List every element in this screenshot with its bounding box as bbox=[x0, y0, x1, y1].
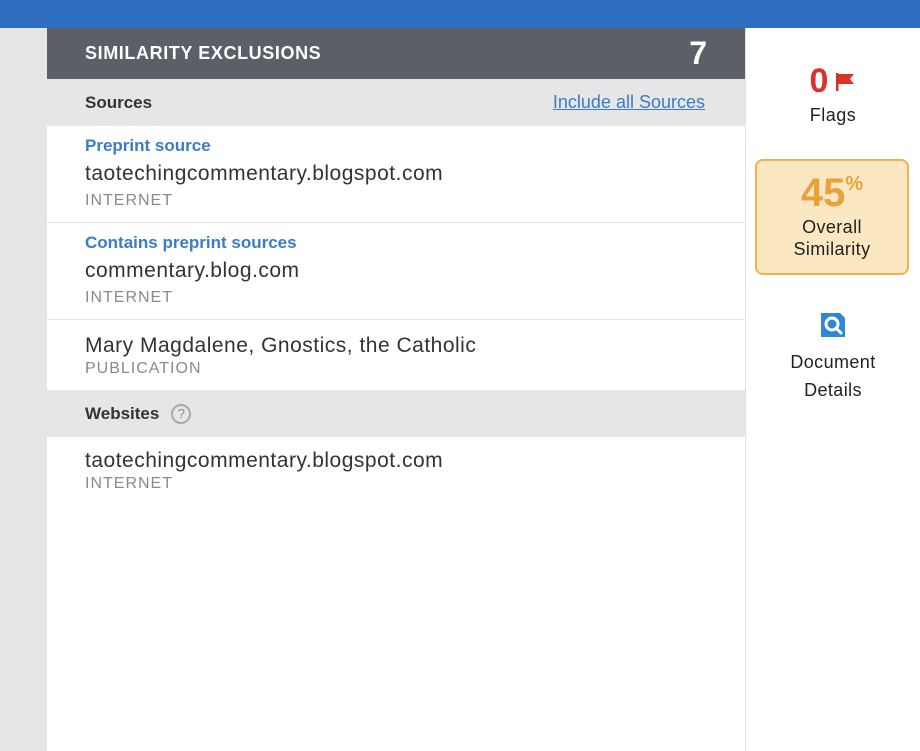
similarity-label-line2: Similarity bbox=[793, 239, 871, 259]
flags-button[interactable]: 0 Flags bbox=[746, 62, 920, 126]
include-all-sources-link[interactable]: Include all Sources bbox=[553, 92, 705, 113]
source-name: Mary Magdalene, Gnostics, the Catholic bbox=[85, 334, 477, 357]
similarity-label-line1: Overall bbox=[802, 217, 862, 237]
similarity-unit: % bbox=[845, 173, 864, 195]
websites-section-header: Websites ? bbox=[47, 390, 745, 437]
source-tag: Preprint source bbox=[85, 136, 211, 155]
flag-icon bbox=[836, 72, 855, 91]
sources-section-header: Sources Include all Sources bbox=[47, 79, 745, 126]
sources-label: Sources bbox=[85, 92, 153, 112]
similarity-value: 45 bbox=[800, 171, 846, 215]
similarity-percent: 45% bbox=[757, 171, 907, 216]
side-toolbar: 0 Flags 45% Overall Similarity Document … bbox=[746, 28, 920, 751]
website-kind: INTERNET bbox=[85, 475, 173, 492]
flags-count-row: 0 bbox=[746, 62, 920, 101]
overall-similarity-button[interactable]: 45% Overall Similarity bbox=[755, 159, 909, 275]
source-name: taotechingcommentary.blogspot.com bbox=[85, 162, 444, 185]
document-details-button[interactable]: Document Details bbox=[746, 310, 920, 401]
websites-label: Websites bbox=[85, 403, 160, 423]
source-item[interactable]: Contains preprint sources commentary.blo… bbox=[47, 223, 745, 320]
panel-title: SIMILARITY EXCLUSIONS bbox=[85, 43, 322, 63]
panel-header: SIMILARITY EXCLUSIONS 7 bbox=[47, 28, 745, 79]
doc-label-line1: Document bbox=[790, 352, 876, 372]
flags-label: Flags bbox=[809, 105, 857, 125]
source-item[interactable]: Preprint source taotechingcommentary.blo… bbox=[47, 126, 745, 223]
website-name: taotechingcommentary.blogspot.com bbox=[85, 449, 444, 472]
source-name: commentary.blog.com bbox=[85, 259, 300, 282]
source-item[interactable]: Mary Magdalene, Gnostics, the Catholic P… bbox=[47, 320, 745, 390]
exclusions-count: 7 bbox=[689, 35, 707, 71]
website-item[interactable]: taotechingcommentary.blogspot.com INTERN… bbox=[47, 437, 745, 505]
left-gutter bbox=[0, 28, 47, 751]
top-bar bbox=[0, 0, 920, 28]
question-circle-icon[interactable]: ? bbox=[171, 403, 192, 424]
source-kind: INTERNET bbox=[85, 289, 173, 306]
similarity-exclusions-panel: SIMILARITY EXCLUSIONS 7 Sources Include … bbox=[47, 28, 745, 751]
flags-count: 0 bbox=[809, 62, 829, 100]
search-document-icon bbox=[821, 313, 845, 337]
source-kind: PUBLICATION bbox=[85, 360, 202, 377]
source-kind: INTERNET bbox=[85, 192, 173, 209]
doc-label-line2: Details bbox=[804, 380, 862, 400]
source-tag: Contains preprint sources bbox=[85, 233, 297, 252]
